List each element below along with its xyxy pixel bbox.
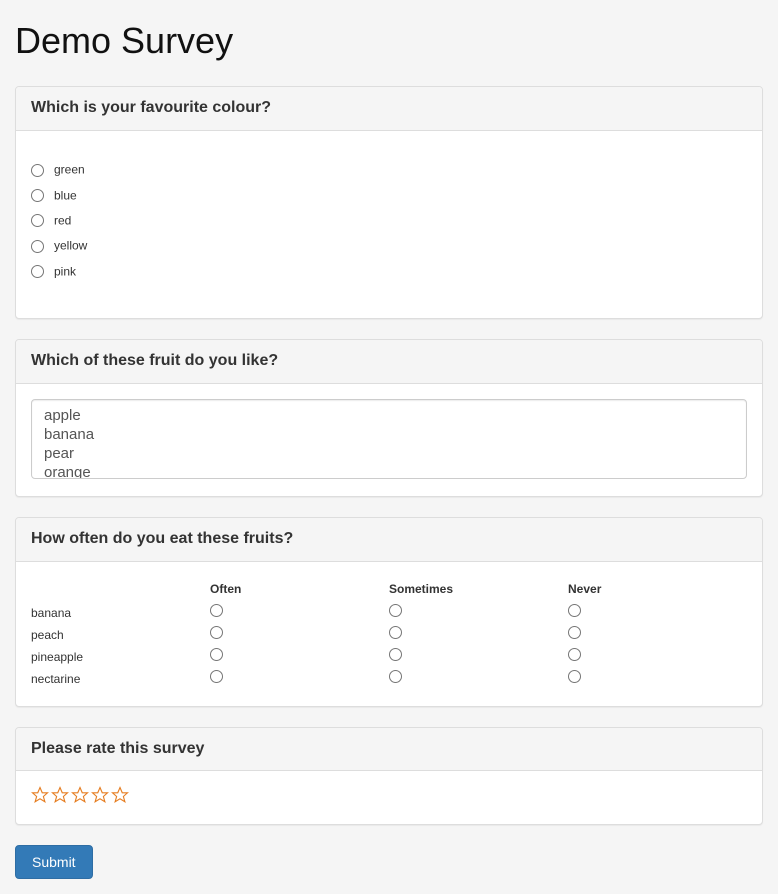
- question-panel-3: How often do you eat these fruits? Often…: [15, 517, 763, 707]
- matrix-cell: [568, 646, 747, 668]
- matrix-row-label: pineapple: [31, 646, 210, 668]
- matrix-cell: [210, 624, 389, 646]
- question-title-3: How often do you eat these fruits?: [31, 528, 747, 551]
- select-option[interactable]: orange: [44, 463, 734, 479]
- select-option[interactable]: pear: [44, 444, 734, 463]
- matrix-column-header: Sometimes: [389, 577, 568, 602]
- matrix-radio-input[interactable]: [568, 670, 581, 683]
- question-body-2: applebananapearorangestrawberry: [16, 384, 762, 496]
- question-title-1: Which is your favourite colour?: [31, 97, 747, 120]
- matrix-cell: [210, 646, 389, 668]
- table-row: nectarine: [31, 668, 747, 690]
- question-heading-2: Which of these fruit do you like?: [16, 340, 762, 384]
- submit-button[interactable]: Submit: [15, 845, 93, 879]
- matrix-cell: [389, 668, 568, 690]
- matrix-column-header: Never: [568, 577, 747, 602]
- matrix-radio-input[interactable]: [389, 670, 402, 683]
- radio-label: green: [54, 163, 85, 177]
- matrix-radio-input[interactable]: [210, 670, 223, 683]
- matrix-radio-input[interactable]: [389, 626, 402, 639]
- matrix-row-label: banana: [31, 602, 210, 624]
- matrix-cell: [210, 602, 389, 624]
- radio-item: green: [31, 161, 747, 178]
- star-icon[interactable]: [51, 786, 69, 809]
- radio-label: yellow: [54, 239, 87, 253]
- matrix-row-label: peach: [31, 624, 210, 646]
- question-title-4: Please rate this survey: [31, 738, 747, 761]
- matrix-radio-input[interactable]: [210, 648, 223, 661]
- matrix-cell: [389, 602, 568, 624]
- star-icon[interactable]: [31, 786, 49, 809]
- star-icon[interactable]: [111, 786, 129, 809]
- matrix-header-empty: [31, 577, 210, 602]
- radio-item: blue: [31, 187, 747, 204]
- page-title: Demo Survey: [15, 15, 763, 66]
- question-body-3: OftenSometimesNever bananapeachpineapple…: [16, 562, 762, 706]
- question-body-1: green blue red yellow pink: [16, 131, 762, 318]
- matrix-radio-input[interactable]: [568, 626, 581, 639]
- matrix-row-label: nectarine: [31, 668, 210, 690]
- matrix-column-header: Often: [210, 577, 389, 602]
- star-icon[interactable]: [71, 786, 89, 809]
- table-row: pineapple: [31, 646, 747, 668]
- radio-input[interactable]: [31, 189, 44, 202]
- matrix-radio-input[interactable]: [568, 648, 581, 661]
- radio-label: red: [54, 213, 71, 227]
- matrix-cell: [389, 624, 568, 646]
- matrix-table: OftenSometimesNever bananapeachpineapple…: [31, 577, 747, 691]
- radio-item: yellow: [31, 237, 747, 254]
- matrix-cell: [210, 668, 389, 690]
- radio-input[interactable]: [31, 214, 44, 227]
- question-panel-1: Which is your favourite colour? green blu…: [15, 86, 763, 319]
- question-heading-1: Which is your favourite colour?: [16, 87, 762, 131]
- question-panel-2: Which of these fruit do you like? appleb…: [15, 339, 763, 497]
- question-heading-4: Please rate this survey: [16, 728, 762, 772]
- matrix-radio-input[interactable]: [389, 604, 402, 617]
- select-option[interactable]: apple: [44, 406, 734, 425]
- radio-input[interactable]: [31, 164, 44, 177]
- radio-item: red: [31, 212, 747, 229]
- select-option[interactable]: banana: [44, 425, 734, 444]
- matrix-cell: [568, 668, 747, 690]
- table-row: banana: [31, 602, 747, 624]
- question-panel-4: Please rate this survey: [15, 727, 763, 826]
- matrix-radio-input[interactable]: [210, 626, 223, 639]
- table-row: peach: [31, 624, 747, 646]
- radio-input[interactable]: [31, 265, 44, 278]
- fruit-multiselect[interactable]: applebananapearorangestrawberry: [31, 399, 747, 479]
- matrix-cell: [568, 602, 747, 624]
- matrix-cell: [568, 624, 747, 646]
- rating-stars: [31, 786, 747, 809]
- radio-input[interactable]: [31, 240, 44, 253]
- matrix-radio-input[interactable]: [210, 604, 223, 617]
- radio-label: pink: [54, 264, 76, 278]
- question-body-4: [16, 771, 762, 824]
- star-icon[interactable]: [91, 786, 109, 809]
- matrix-cell: [389, 646, 568, 668]
- matrix-radio-input[interactable]: [568, 604, 581, 617]
- matrix-radio-input[interactable]: [389, 648, 402, 661]
- radio-item: pink: [31, 263, 747, 280]
- question-title-2: Which of these fruit do you like?: [31, 350, 747, 373]
- radio-label: blue: [54, 188, 77, 202]
- question-heading-3: How often do you eat these fruits?: [16, 518, 762, 562]
